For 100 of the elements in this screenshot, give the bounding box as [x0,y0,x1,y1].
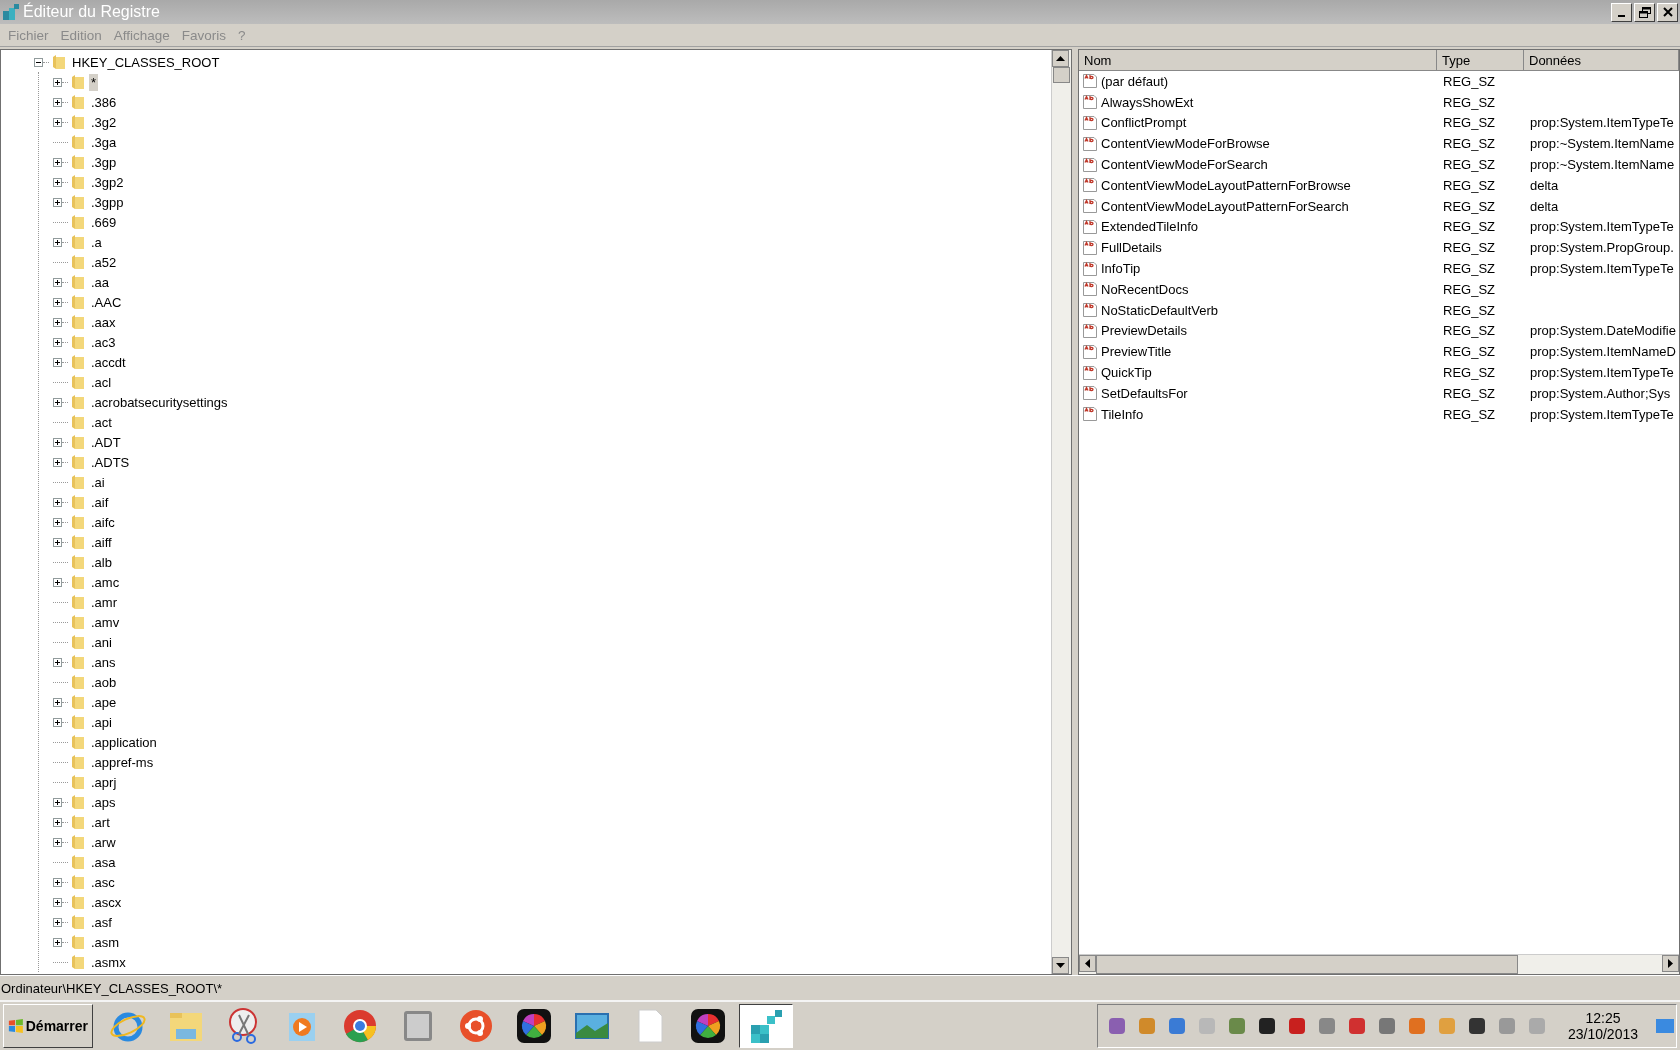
expand-icon[interactable] [53,537,62,547]
expand-icon[interactable] [53,317,62,327]
expand-icon[interactable] [53,197,62,207]
value-name[interactable]: SetDefaultsFor [1101,385,1188,401]
horizontal-scrollbar[interactable] [1079,954,1679,974]
expand-icon[interactable] [53,117,62,127]
expand-icon[interactable] [53,837,62,847]
value-name[interactable]: QuickTip [1101,365,1152,381]
tree-item[interactable]: .ai [89,473,107,491]
tree-item[interactable]: .aprj [89,773,119,791]
expand-icon[interactable] [53,657,62,667]
value-name[interactable]: ConflictPrompt [1101,115,1187,131]
value-name[interactable]: ContentViewModeForSearch [1101,157,1268,173]
value-name[interactable]: TileInfo [1101,406,1144,422]
tree-item[interactable]: .accdt [89,353,128,371]
tree-item[interactable]: .ac3 [89,333,118,351]
tree-item[interactable]: HKEY_CLASSES_ROOT [70,53,222,71]
tree-item[interactable]: .asc [89,873,117,891]
column-header[interactable]: Nom [1079,50,1437,71]
value-name[interactable]: (par défaut) [1101,73,1169,89]
value-name[interactable]: PreviewDetails [1101,323,1187,339]
expand-icon[interactable] [53,277,62,287]
tree-item[interactable]: .asa [89,853,118,871]
scrollbar-thumb[interactable] [1096,955,1518,974]
tree-item[interactable]: .asf [89,913,114,931]
tree-item[interactable]: .3gp2 [89,173,126,191]
value-name[interactable]: NoStaticDefaultVerb [1101,302,1219,318]
tree-item[interactable]: .arw [89,833,118,851]
value-name[interactable]: FullDetails [1101,240,1162,256]
tree-item[interactable]: .act [89,413,114,431]
scroll-down-icon[interactable] [1052,957,1069,974]
expand-icon[interactable] [53,917,62,927]
value-name[interactable]: InfoTip [1101,261,1141,277]
expand-icon[interactable] [53,937,62,947]
expand-icon[interactable] [53,177,62,187]
tree-item[interactable]: .appref-ms [89,753,156,771]
tree-item[interactable]: .asmx [89,953,128,971]
value-name[interactable]: ContentViewModeLayoutPatternForBrowse [1101,177,1351,193]
expand-icon[interactable] [53,237,62,247]
tree-item[interactable]: .3gp [89,153,119,171]
tree-item[interactable]: .art [89,813,112,831]
tree-item[interactable]: .aifc [89,513,117,531]
tree-item[interactable]: .3ga [89,133,119,151]
expand-icon[interactable] [53,697,62,707]
expand-icon[interactable] [53,717,62,727]
tree-item[interactable]: .ani [89,633,114,651]
tree-item[interactable]: .aps [89,793,118,811]
start-button[interactable]: Démarrer [3,1004,93,1048]
minimize-button[interactable] [1611,2,1632,22]
restore-button[interactable] [1634,2,1655,22]
vertical-scrollbar[interactable] [1051,50,1071,974]
value-name[interactable]: ContentViewModeLayoutPatternForSearch [1101,198,1349,214]
tree-item[interactable]: .ans [89,653,118,671]
tray-icon[interactable] [1257,1017,1276,1035]
column-header[interactable]: Données [1524,50,1679,71]
expand-icon[interactable] [53,97,62,107]
tree-item[interactable]: .a52 [89,253,119,271]
scrollbar-thumb[interactable] [1053,67,1070,83]
value-name[interactable]: PreviewTitle [1101,344,1172,360]
scroll-up-icon[interactable] [1052,50,1069,67]
tree-item[interactable]: .aiff [89,533,114,551]
tree-item[interactable]: .asm [89,933,122,951]
tree-item[interactable]: .acrobatsecuritysettings [89,393,230,411]
tree-item[interactable]: .application [89,733,159,751]
close-button[interactable] [1657,2,1678,22]
tree-item[interactable]: .acl [89,373,114,391]
value-name[interactable]: AlwaysShowExt [1101,94,1194,110]
scroll-right-icon[interactable] [1662,955,1679,972]
expand-icon[interactable] [53,457,62,467]
value-name[interactable]: NoRecentDocs [1101,281,1189,297]
expand-icon[interactable] [53,77,62,87]
tree-item[interactable]: .amr [89,593,119,611]
expand-icon[interactable] [53,817,62,827]
expand-icon[interactable] [53,797,62,807]
tree-item[interactable]: .aob [89,673,119,691]
tree-item[interactable]: .ADT [89,433,123,451]
tree-item[interactable]: .alb [89,553,114,571]
tree-item[interactable]: .amc [89,573,122,591]
value-name[interactable]: ExtendedTileInfo [1101,219,1199,235]
expand-icon[interactable] [53,157,62,167]
collapse-icon[interactable] [34,57,43,67]
value-name[interactable]: ContentViewModeForBrowse [1101,136,1270,152]
expand-icon[interactable] [53,897,62,907]
tree-item[interactable]: .amv [89,613,122,631]
tree-item[interactable]: .ascx [89,893,124,911]
tree-item[interactable]: .3g2 [89,113,119,131]
expand-icon[interactable] [53,397,62,407]
tree-item[interactable]: .a [89,233,104,251]
tree-item[interactable]: * [89,73,99,91]
tree-item[interactable]: .aax [89,313,118,331]
expand-icon[interactable] [53,877,62,887]
tree-item[interactable]: .aa [89,273,112,291]
tray-icon[interactable] [1467,1017,1486,1035]
tree-item[interactable]: .669 [89,213,119,231]
scroll-left-icon[interactable] [1079,955,1096,972]
tree-item[interactable]: .386 [89,93,119,111]
tree-item[interactable]: .ape [89,693,119,711]
taskbar-button[interactable] [739,1004,793,1048]
expand-icon[interactable] [53,437,62,447]
expand-icon[interactable] [53,577,62,587]
